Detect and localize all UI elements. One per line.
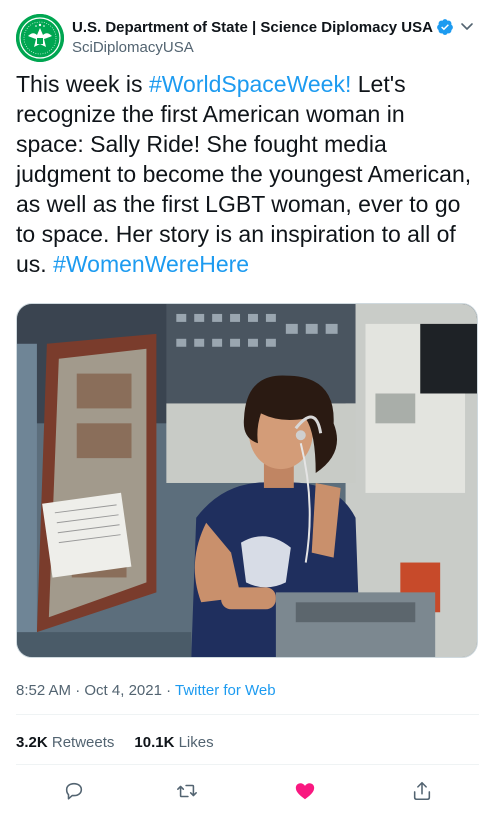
- tweet-text-part: Let's recognize the first American woman…: [16, 71, 472, 277]
- tweet-photo[interactable]: [16, 303, 478, 658]
- heart-filled-icon: [295, 783, 315, 800]
- like-button[interactable]: [293, 776, 317, 806]
- likes-stat[interactable]: 10.1K Likes: [134, 734, 213, 751]
- reply-button[interactable]: [62, 776, 86, 806]
- tweet-actions: [0, 776, 495, 806]
- hashtag-womenwerehere[interactable]: #WomenWereHere: [53, 251, 249, 277]
- tweet: U.S. Department of State | Science Diplo…: [0, 0, 495, 819]
- account-names: U.S. Department of State | Science Diplo…: [72, 18, 454, 56]
- likes-count: 10.1K: [134, 734, 175, 751]
- tweet-stats: 3.2K Retweets 10.1K Likes: [16, 734, 234, 751]
- avatar[interactable]: [16, 14, 64, 62]
- tweet-text-part: This week is: [16, 71, 149, 97]
- chevron-down-icon: [461, 23, 473, 30]
- tweet-source-link[interactable]: Twitter for Web: [175, 682, 276, 699]
- retweet-icon: [177, 784, 197, 798]
- state-department-seal-icon: [16, 14, 64, 62]
- tweet-time[interactable]: 8:52 AM: [16, 682, 71, 699]
- sally-ride-photo: [17, 304, 477, 657]
- retweet-button[interactable]: [175, 776, 199, 806]
- meta-separator: ·: [71, 682, 85, 699]
- reply-icon: [65, 782, 83, 800]
- more-options-button[interactable]: [455, 14, 479, 38]
- display-name[interactable]: U.S. Department of State | Science Diplo…: [72, 19, 433, 36]
- tweet-text: This week is #WorldSpaceWeek! Let's reco…: [16, 69, 478, 279]
- share-icon: [413, 781, 431, 801]
- tweet-header: U.S. Department of State | Science Diplo…: [16, 14, 479, 64]
- retweets-label: Retweets: [51, 734, 115, 751]
- share-button[interactable]: [410, 776, 434, 806]
- tweet-date[interactable]: Oct 4, 2021: [84, 682, 162, 699]
- tweet-meta: 8:52 AM · Oct 4, 2021 · Twitter for Web: [16, 682, 276, 699]
- likes-label: Likes: [178, 734, 214, 751]
- divider: [16, 714, 479, 715]
- divider: [16, 764, 479, 765]
- display-name-row: U.S. Department of State | Science Diplo…: [72, 18, 454, 36]
- verified-badge-icon: [436, 18, 454, 36]
- account-handle[interactable]: SciDiplomacyUSA: [72, 39, 454, 56]
- retweets-stat[interactable]: 3.2K Retweets: [16, 734, 114, 751]
- hashtag-worldspaceweek[interactable]: #WorldSpaceWeek!: [149, 71, 351, 97]
- retweets-count: 3.2K: [16, 734, 48, 751]
- meta-separator: ·: [161, 682, 176, 699]
